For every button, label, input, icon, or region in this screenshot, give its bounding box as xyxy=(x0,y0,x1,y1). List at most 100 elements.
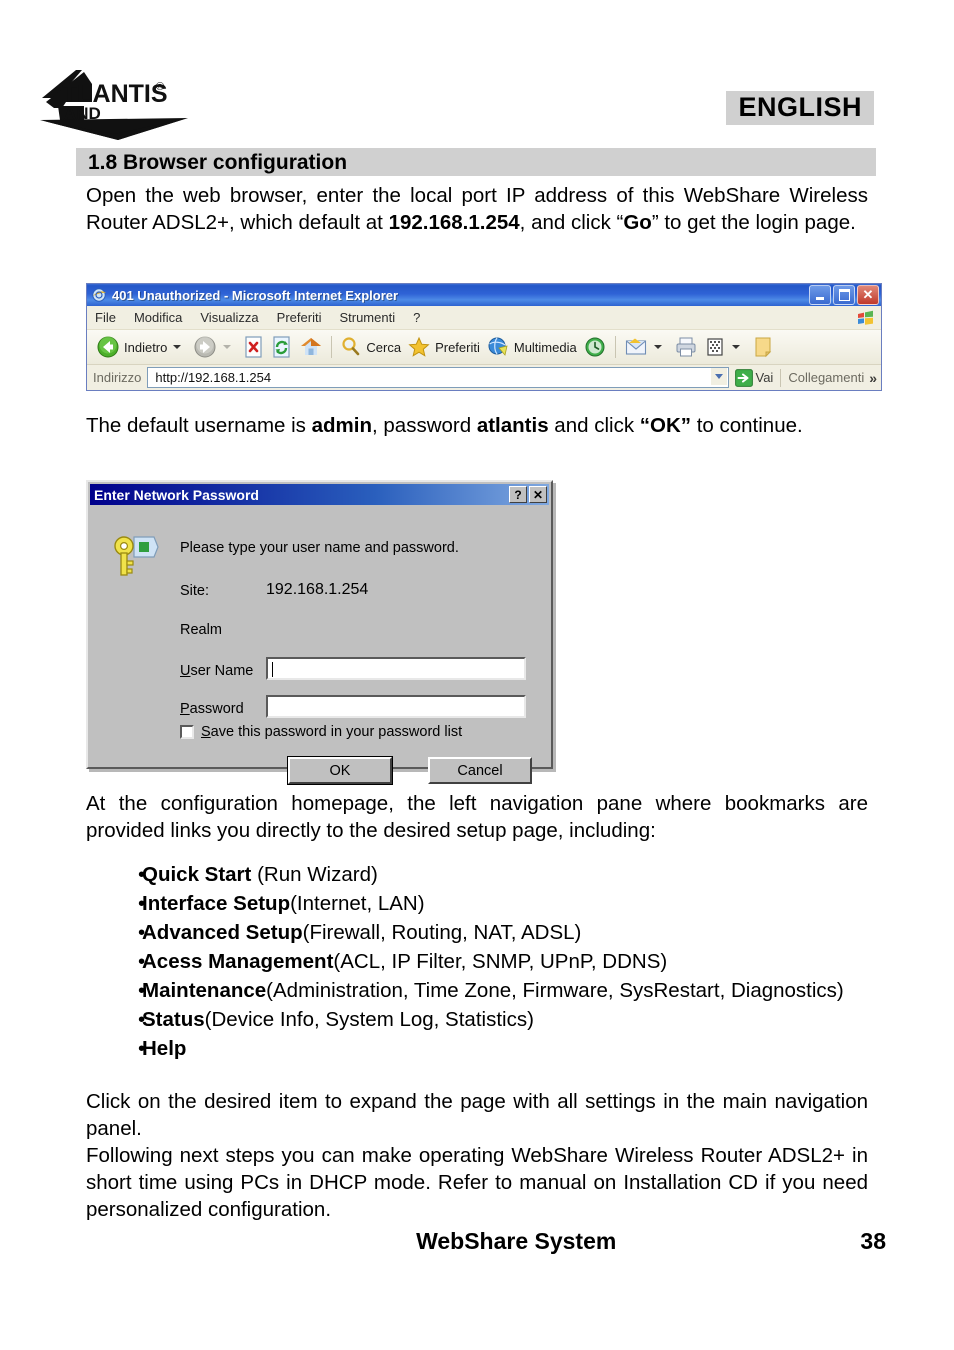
history-button[interactable] xyxy=(580,333,610,361)
default-username-value: admin xyxy=(311,414,372,437)
default-ip-value: 192.168.1.254 xyxy=(388,211,520,234)
back-button[interactable]: Indietro xyxy=(93,333,190,361)
list-item-bold: Help xyxy=(142,1037,187,1060)
minimize-button[interactable] xyxy=(809,285,831,305)
notes-button[interactable] xyxy=(749,333,777,361)
multimedia-button[interactable]: Multimedia xyxy=(483,333,580,361)
credentials-paragraph: The default username is admin, password … xyxy=(86,412,868,439)
go-button-label: Vai xyxy=(755,370,774,385)
list-item-rest: (ACL, IP Filter, SNMP, UPnP, DDNS) xyxy=(333,950,668,973)
go-keyword: Go xyxy=(623,211,652,234)
list-item-text: Acess Management(ACL, IP Filter, SNMP, U… xyxy=(142,947,868,976)
toolbar-separator-2 xyxy=(614,336,616,358)
list-item: • Quick Start (Run Wizard) xyxy=(86,860,868,889)
print-button[interactable] xyxy=(671,333,701,361)
forward-button[interactable] xyxy=(190,333,240,361)
list-item-rest: (Administration, Time Zone, Firmware, Sy… xyxy=(266,979,844,1002)
refresh-button[interactable] xyxy=(268,333,296,361)
site-label: Site: xyxy=(180,583,210,599)
history-clock-icon xyxy=(585,337,605,357)
menu-item-modifica[interactable]: Modifica xyxy=(134,310,182,325)
footer-title: WebShare System xyxy=(416,1228,617,1254)
edit-dropdown-caret-icon[interactable] xyxy=(731,345,740,349)
password-label-rest: assword xyxy=(189,701,244,717)
list-item: • Advanced Setup(Firewall, Routing, NAT,… xyxy=(86,918,868,947)
home-button[interactable] xyxy=(296,333,326,361)
list-item-text: Quick Start (Run Wizard) xyxy=(142,860,868,889)
list-item-bold: Interface Setup xyxy=(142,892,291,915)
back-button-label: Indietro xyxy=(124,339,168,355)
address-separator xyxy=(780,368,782,387)
list-item-text: Help xyxy=(142,1034,868,1063)
save-password-checkbox[interactable] xyxy=(180,725,194,739)
intro-text-3: ” to get the login page. xyxy=(651,211,856,234)
menu-item-file[interactable]: File xyxy=(95,310,116,325)
note-icon xyxy=(755,337,771,358)
bullet-marker-icon: • xyxy=(138,863,146,886)
close-button[interactable]: ✕ xyxy=(857,285,879,305)
list-item-text: Advanced Setup(Firewall, Routing, NAT, A… xyxy=(142,918,868,947)
list-item-text: Interface Setup(Internet, LAN) xyxy=(142,889,868,918)
toolbar-overflow-icon[interactable]: » xyxy=(869,370,877,386)
back-arrow-icon xyxy=(97,336,119,358)
list-item-rest: (Run Wizard) xyxy=(251,863,378,886)
star-icon xyxy=(408,336,430,357)
username-accelerator: U xyxy=(180,663,191,679)
toolbar-separator-1 xyxy=(331,336,333,358)
list-item-text: Status(Device Info, System Log, Statisti… xyxy=(142,1005,868,1034)
ok-button[interactable]: OK xyxy=(287,756,393,785)
key-icon xyxy=(114,536,159,576)
menu-item-strumenti[interactable]: Strumenti xyxy=(339,310,395,325)
restore-button[interactable] xyxy=(833,285,855,305)
list-item: • Help xyxy=(86,1034,868,1063)
section-heading-band: 1.8 Browser configuration xyxy=(76,148,876,176)
menu-item-help[interactable]: ? xyxy=(413,310,420,325)
refresh-icon xyxy=(273,336,290,358)
username-input[interactable] xyxy=(266,657,526,680)
bullet-marker-icon: • xyxy=(138,1008,146,1031)
creds-text-3: and click xyxy=(548,414,640,437)
list-item-bold: Quick Start xyxy=(142,863,252,886)
favorites-button[interactable]: Preferiti xyxy=(404,333,483,361)
cancel-button[interactable]: Cancel xyxy=(428,757,532,784)
bullet-marker-icon: • xyxy=(138,1037,146,1060)
forward-dropdown-caret-icon[interactable] xyxy=(223,345,232,349)
username-label-rest: ser Name xyxy=(190,663,254,679)
default-password-value: atlantis xyxy=(476,414,549,437)
mail-dropdown-caret-icon[interactable] xyxy=(653,345,662,349)
page-header: TLANTIS ® AND ENGLISH xyxy=(0,0,954,140)
address-dropdown-button[interactable] xyxy=(710,368,727,385)
search-button[interactable]: Cerca xyxy=(337,333,404,361)
menu-item-preferiti[interactable]: Preferiti xyxy=(277,310,322,325)
stop-button[interactable] xyxy=(240,333,268,361)
creds-text-1: The default username is xyxy=(86,414,312,437)
edit-button[interactable] xyxy=(701,333,749,361)
address-input[interactable]: http://192.168.1.254 xyxy=(147,367,729,388)
dialog-help-button[interactable]: ? xyxy=(509,486,527,503)
homepage-paragraph-block: At the configuration homepage, the left … xyxy=(86,790,868,844)
password-label: Password xyxy=(180,701,244,717)
dialog-close-button[interactable]: ✕ xyxy=(529,486,547,503)
list-item-rest: (Device Info, System Log, Statistics) xyxy=(204,1008,534,1031)
windows-flag-icon xyxy=(858,310,873,325)
search-button-label: Cerca xyxy=(366,339,402,355)
browser-title-text: 401 Unauthorized - Microsoft Internet Ex… xyxy=(112,287,399,303)
menu-item-visualizza[interactable]: Visualizza xyxy=(200,310,258,325)
password-accelerator: P xyxy=(180,701,190,717)
page-footer: WebShare System 38 xyxy=(86,1228,886,1255)
credentials-paragraph-block: The default username is admin, password … xyxy=(86,412,868,439)
back-dropdown-caret-icon[interactable] xyxy=(173,345,182,349)
dialog-prompt-text: Please type your user name and password. xyxy=(180,540,459,556)
browser-address-bar: Indirizzo http://192.168.1.254 Vai Colle… xyxy=(87,365,881,390)
site-value: 192.168.1.254 xyxy=(266,581,369,598)
password-input[interactable] xyxy=(266,695,526,718)
realm-label: Realm xyxy=(180,622,222,638)
go-button[interactable]: Vai xyxy=(734,368,774,387)
search-icon xyxy=(342,337,360,356)
following-steps-paragraph: Following next steps you can make operat… xyxy=(86,1144,868,1221)
go-arrow-icon xyxy=(734,368,753,387)
address-label: Indirizzo xyxy=(93,370,142,385)
links-label[interactable]: Collegamenti xyxy=(788,370,864,385)
mail-button[interactable] xyxy=(621,333,671,361)
list-item-bold: Acess Management xyxy=(142,950,334,973)
